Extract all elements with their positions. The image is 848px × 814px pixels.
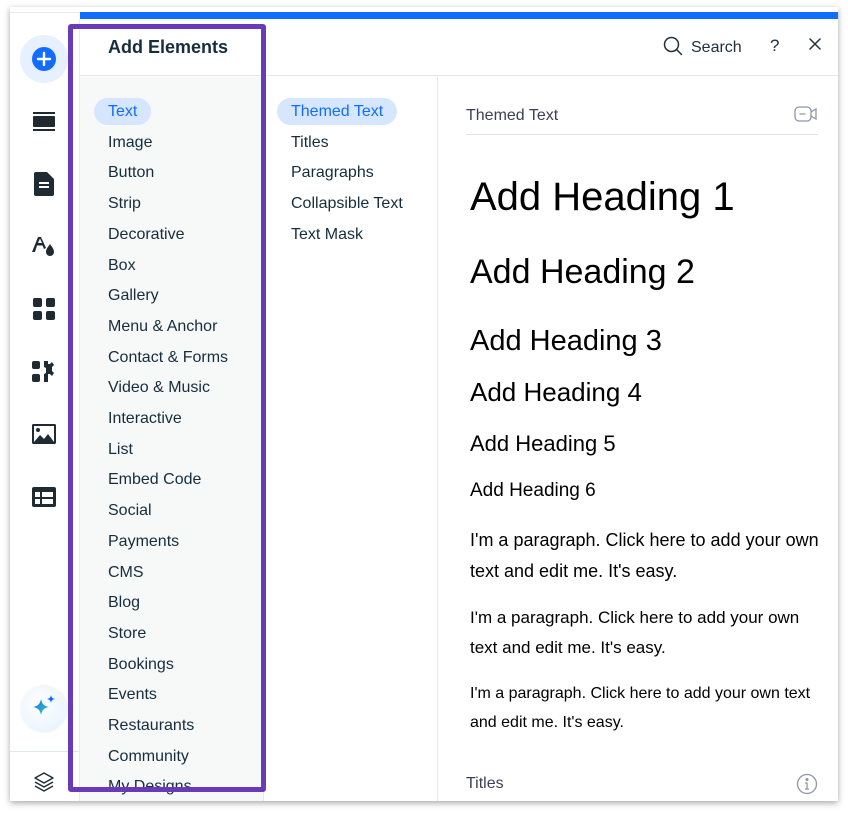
apps-grid-icon xyxy=(33,298,55,320)
section-header-titles: Titles xyxy=(466,769,818,801)
category-item-events[interactable]: Events xyxy=(108,681,157,708)
table-icon xyxy=(32,487,56,507)
sparkle-icon xyxy=(30,693,58,726)
paragraph-1-preview[interactable]: I'm a paragraph. Click here to add your … xyxy=(470,525,830,587)
section-header-themed-text: Themed Text xyxy=(466,101,818,135)
content-panel: Themed Text Add Heading 1 Add Heading 2 … xyxy=(438,77,838,801)
info-icon[interactable] xyxy=(796,773,818,800)
layers-icon xyxy=(33,771,55,793)
category-item-interactive[interactable]: Interactive xyxy=(108,405,182,432)
media-button[interactable] xyxy=(22,412,66,456)
category-item-blog[interactable]: Blog xyxy=(108,589,140,616)
site-design-button[interactable] xyxy=(22,225,66,269)
heading-2-preview[interactable]: Add Heading 2 xyxy=(470,253,695,292)
sections-icon xyxy=(33,112,55,132)
category-item-list[interactable]: List xyxy=(108,436,133,463)
image-icon xyxy=(32,424,56,444)
subcategory-item-themed-text[interactable]: Themed Text xyxy=(277,98,398,125)
subcategory-item-text-mask[interactable]: Text Mask xyxy=(291,221,363,248)
panel-title: Add Elements xyxy=(108,37,229,57)
subcategory-item-paragraphs[interactable]: Paragraphs xyxy=(291,159,374,186)
category-item-payments[interactable]: Payments xyxy=(108,528,179,555)
category-item-text[interactable]: Text xyxy=(94,98,152,125)
category-item-contact-forms[interactable]: Contact & Forms xyxy=(108,344,228,371)
rail-divider xyxy=(10,751,80,752)
subcategory-list: Themed Text Titles Paragraphs Collapsible T… xyxy=(264,77,438,801)
heading-1-preview[interactable]: Add Heading 1 xyxy=(470,175,735,220)
heading-5-preview[interactable]: Add Heading 5 xyxy=(470,431,616,457)
category-item-gallery[interactable]: Gallery xyxy=(108,282,159,309)
cms-button[interactable] xyxy=(22,475,66,519)
accent-bar xyxy=(80,12,838,19)
category-item-video-music[interactable]: Video & Music xyxy=(108,374,210,401)
heading-3-preview[interactable]: Add Heading 3 xyxy=(470,325,662,358)
apps-button[interactable] xyxy=(22,287,66,331)
paragraph-2-preview[interactable]: I'm a paragraph. Click here to add your … xyxy=(470,603,815,663)
category-item-decorative[interactable]: Decorative xyxy=(108,221,184,248)
paragraph-3-preview[interactable]: I'm a paragraph. Click here to add your … xyxy=(470,679,830,737)
category-item-button[interactable]: Button xyxy=(108,159,154,186)
heading-6-preview[interactable]: Add Heading 6 xyxy=(470,480,596,502)
layers-button[interactable] xyxy=(22,760,66,804)
category-item-community[interactable]: Community xyxy=(108,743,189,770)
business-tools-button[interactable] xyxy=(22,350,66,394)
search-icon xyxy=(663,36,683,61)
left-rail xyxy=(10,19,80,801)
category-item-image[interactable]: Image xyxy=(108,129,152,156)
plus-circle-icon xyxy=(31,46,57,72)
pages-button[interactable] xyxy=(22,162,66,206)
subcategory-item-collapsible-text[interactable]: Collapsible Text xyxy=(291,190,403,217)
close-icon xyxy=(808,38,822,55)
category-item-box[interactable]: Box xyxy=(108,252,136,279)
page-icon xyxy=(34,172,54,196)
video-tutorial-icon[interactable] xyxy=(794,105,818,128)
category-item-restaurants[interactable]: Restaurants xyxy=(108,712,194,739)
section-title: Themed Text xyxy=(466,107,559,124)
heading-4-preview[interactable]: Add Heading 4 xyxy=(470,377,642,408)
add-elements-window: Add Elements Search ? Text Image Button Str… xyxy=(10,7,838,801)
sections-button[interactable] xyxy=(22,100,66,144)
section-title: Titles xyxy=(466,775,504,792)
category-item-embed-code[interactable]: Embed Code xyxy=(108,466,201,493)
search-label: Search xyxy=(691,39,742,56)
puzzle-gear-icon xyxy=(32,361,56,383)
category-item-bookings[interactable]: Bookings xyxy=(108,651,174,678)
ai-assistant-button[interactable] xyxy=(21,686,67,732)
help-button[interactable]: ? xyxy=(770,36,779,56)
category-item-my-designs[interactable]: My Designs xyxy=(108,773,192,800)
category-item-cms[interactable]: CMS xyxy=(108,559,144,586)
category-item-social[interactable]: Social xyxy=(108,497,152,524)
subcategory-item-titles[interactable]: Titles xyxy=(291,129,329,156)
add-elements-button[interactable] xyxy=(22,37,66,81)
search-button[interactable]: Search xyxy=(663,33,742,63)
panel-header: Add Elements Search ? xyxy=(80,19,838,76)
theme-icon xyxy=(32,236,56,258)
category-item-menu-anchor[interactable]: Menu & Anchor xyxy=(108,313,217,340)
close-button[interactable] xyxy=(808,37,822,56)
category-item-store[interactable]: Store xyxy=(108,620,146,647)
category-item-strip[interactable]: Strip xyxy=(108,190,141,217)
category-list: Text Image Button Strip Decorative Box Gallery… xyxy=(80,77,264,801)
